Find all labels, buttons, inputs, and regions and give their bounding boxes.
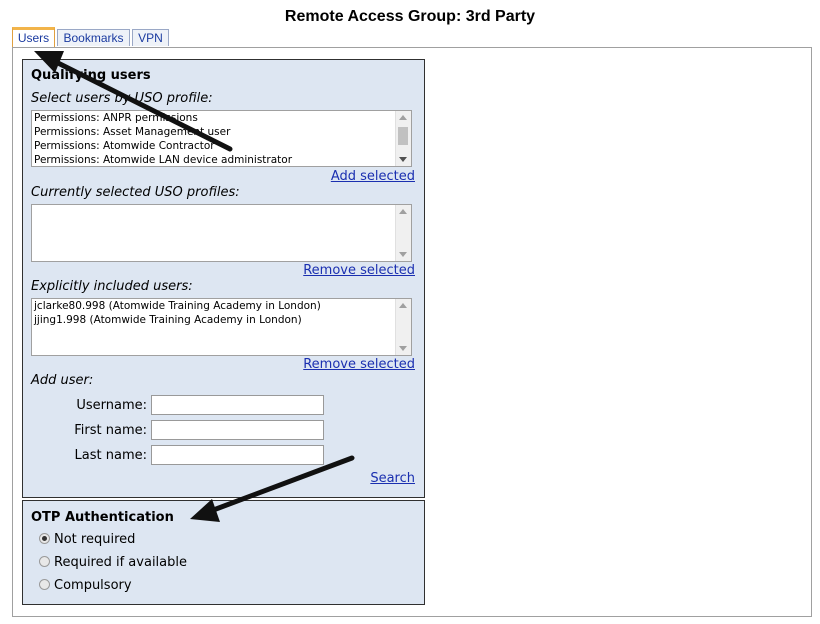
qualifying-users-panel: Qualifying users Select users by USO pro… xyxy=(22,59,425,498)
last-name-label: Last name: xyxy=(74,448,147,463)
otp-heading: OTP Authentication xyxy=(31,510,174,525)
explicit-users-list[interactable]: jclarke80.998 (Atomwide Training Academy… xyxy=(31,298,412,356)
radio-unchecked-icon[interactable] xyxy=(39,579,50,590)
select-profile-label: Select users by USO profile: xyxy=(31,91,213,106)
scroll-up-icon[interactable] xyxy=(399,303,407,308)
otp-option-label: Required if available xyxy=(54,555,187,570)
qualifying-users-heading: Qualifying users xyxy=(31,68,151,83)
explicit-users-label: Explicitly included users: xyxy=(31,279,193,294)
current-profiles-list[interactable] xyxy=(31,204,412,262)
list-item[interactable]: Permissions: Asset Management user xyxy=(32,125,411,139)
tab-vpn[interactable]: VPN xyxy=(132,29,169,46)
page-title: Remote Access Group: 3rd Party xyxy=(284,8,536,25)
list-item[interactable]: jclarke80.998 (Atomwide Training Academy… xyxy=(32,299,411,313)
tab-users-label: Users xyxy=(17,31,50,45)
list-item[interactable]: jjing1.998 (Atomwide Training Academy in… xyxy=(32,313,411,327)
tab-bookmarks[interactable]: Bookmarks xyxy=(57,29,130,46)
scrollbar[interactable] xyxy=(395,111,411,166)
scroll-up-icon[interactable] xyxy=(399,209,407,214)
radio-checked-icon[interactable] xyxy=(39,533,50,544)
radio-unchecked-icon[interactable] xyxy=(39,556,50,567)
scroll-down-icon[interactable] xyxy=(399,252,407,257)
scrollbar[interactable] xyxy=(395,205,411,261)
remove-selected-profiles-link[interactable]: Remove selected xyxy=(303,263,415,278)
remove-selected-users-link[interactable]: Remove selected xyxy=(303,357,415,372)
username-label: Username: xyxy=(76,398,147,413)
current-profiles-label: Currently selected USO profiles: xyxy=(31,185,240,200)
list-item[interactable]: Permissions: Atomwide Contractor xyxy=(32,139,411,153)
tab-users[interactable]: Users xyxy=(12,27,55,48)
list-item[interactable]: Permissions: ANPR permissions xyxy=(32,111,411,125)
first-name-label: First name: xyxy=(74,423,147,438)
uso-profile-list[interactable]: Permissions: ANPR permissions Permission… xyxy=(31,110,412,167)
username-input[interactable] xyxy=(151,395,324,415)
otp-option-label: Compulsory xyxy=(54,578,132,593)
search-link[interactable]: Search xyxy=(370,471,415,486)
add-user-label: Add user: xyxy=(31,373,94,388)
scroll-thumb[interactable] xyxy=(398,127,408,145)
tab-vpn-label: VPN xyxy=(138,31,163,45)
otp-option-label: Not required xyxy=(54,532,136,547)
add-selected-link[interactable]: Add selected xyxy=(331,169,415,184)
scroll-down-icon[interactable] xyxy=(399,346,407,351)
scroll-up-icon[interactable] xyxy=(399,115,407,120)
first-name-input[interactable] xyxy=(151,420,324,440)
last-name-input[interactable] xyxy=(151,445,324,465)
list-item[interactable]: Permissions: Atomwide LAN device adminis… xyxy=(32,153,411,166)
scrollbar[interactable] xyxy=(395,299,411,355)
tab-bookmarks-label: Bookmarks xyxy=(63,31,124,45)
scroll-down-icon[interactable] xyxy=(399,157,407,162)
otp-panel: OTP Authentication Not required Required… xyxy=(22,500,425,605)
